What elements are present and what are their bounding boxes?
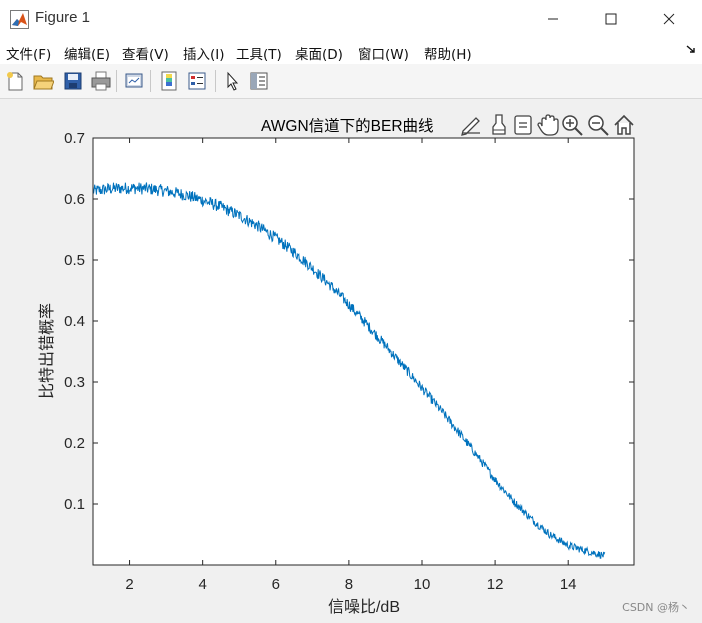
chart-title: AWGN信道下的BER曲线 — [261, 117, 434, 135]
x-tick-label: 4 — [198, 576, 206, 593]
figure-window: Figure 1 文件(F) 编辑(E) 查看(V) 插入(I) 工具(T) 桌… — [0, 0, 702, 623]
link-plot-icon[interactable] — [123, 70, 145, 92]
open-file-icon[interactable] — [32, 70, 54, 92]
insert-legend-icon[interactable] — [186, 70, 208, 92]
x-tick-label: 2 — [125, 576, 133, 593]
y-tick-label: 0.3 — [64, 374, 85, 391]
zoom-out-icon[interactable] — [586, 113, 610, 137]
menu-desktop[interactable]: 桌面(D) — [295, 43, 343, 63]
y-tick-label: 0.2 — [64, 435, 85, 452]
y-tick-label: 0.7 — [64, 130, 85, 147]
x-tick-label: 8 — [345, 576, 353, 593]
property-inspector-icon[interactable] — [248, 70, 270, 92]
y-tick-label: 0.1 — [64, 496, 85, 513]
axes-background — [93, 138, 634, 565]
close-button[interactable] — [640, 0, 698, 38]
figure-canvas: 2 4 6 8 10 12 14 0.1 0.2 0.3 0.4 0.5 0.6 0.7 AWGN信道下的… — [0, 99, 702, 623]
toolbar-separator — [150, 70, 151, 92]
print-icon[interactable] — [90, 70, 112, 92]
toolbar-separator — [215, 70, 216, 92]
maximize-icon — [605, 13, 617, 25]
axes-toolbar — [460, 113, 636, 139]
minimize-icon — [548, 18, 558, 20]
y-tick-label: 0.4 — [64, 313, 85, 330]
save-icon[interactable] — [62, 70, 84, 92]
dock-arrow-icon[interactable] — [686, 44, 696, 54]
menu-bar: 文件(F) 编辑(E) 查看(V) 插入(I) 工具(T) 桌面(D) 窗口(W… — [0, 38, 702, 64]
maximize-button[interactable] — [582, 0, 640, 38]
matlab-logo-icon — [10, 10, 29, 29]
menu-insert[interactable]: 插入(I) — [183, 43, 225, 63]
x-tick-label: 12 — [487, 576, 504, 593]
figure-toolbar — [0, 64, 702, 99]
toolbar-separator — [116, 70, 117, 92]
menu-help[interactable]: 帮助(H) — [424, 43, 472, 63]
minimize-button[interactable] — [524, 0, 582, 38]
y-tick-label: 0.5 — [64, 252, 85, 269]
data-tips-icon[interactable] — [512, 113, 534, 137]
menu-edit[interactable]: 编辑(E) — [64, 43, 110, 63]
x-axis-label: 信噪比/dB — [328, 598, 400, 616]
new-figure-icon[interactable] — [4, 70, 26, 92]
select-pointer-icon[interactable] — [222, 70, 244, 92]
menu-view[interactable]: 查看(V) — [122, 43, 169, 63]
y-tick-label: 0.6 — [64, 191, 85, 208]
x-tick-label: 6 — [272, 576, 280, 593]
menu-window[interactable]: 窗口(W) — [358, 43, 409, 63]
pan-hand-icon[interactable] — [536, 113, 560, 137]
insert-colorbar-icon[interactable] — [158, 70, 180, 92]
y-axis-label: 比特出错概率 — [38, 303, 56, 399]
export-icon[interactable] — [460, 113, 482, 137]
chart: 2 4 6 8 10 12 14 0.1 0.2 0.3 0.4 0.5 0.6 0.7 AWGN信道下的… — [38, 117, 635, 616]
home-icon[interactable] — [612, 113, 636, 137]
close-icon — [663, 13, 675, 25]
brush-icon[interactable] — [488, 113, 510, 137]
title-bar[interactable]: Figure 1 — [0, 0, 702, 38]
watermark-text: CSDN @杨丶 — [622, 601, 690, 614]
window-title: Figure 1 — [35, 9, 91, 26]
zoom-in-icon[interactable] — [560, 113, 584, 137]
menu-tools[interactable]: 工具(T) — [236, 43, 282, 63]
x-tick-label: 14 — [560, 576, 577, 593]
x-tick-label: 10 — [414, 576, 431, 593]
menu-file[interactable]: 文件(F) — [6, 43, 51, 63]
